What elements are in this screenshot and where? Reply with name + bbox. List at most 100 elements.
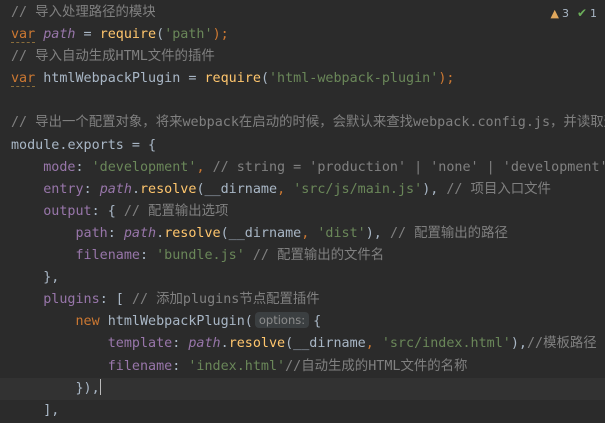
code-token: (__dirname (220, 225, 302, 241)
code-token: : (75, 159, 92, 175)
code-line[interactable]: var htmlWebpackPlugin = require('html-we… (11, 68, 605, 90)
code-token: resolve (140, 181, 197, 197)
code-token: // string = 'production' | 'none' | 'dev… (212, 159, 605, 175)
code-token: path (75, 225, 108, 241)
code-line[interactable]: output: { // 配置输出选项 (11, 201, 605, 223)
code-token: //模板路径 (527, 336, 597, 352)
code-token: 'html-webpack-plugin' (269, 71, 439, 87)
code-token: var (11, 27, 36, 44)
code-token: . (131, 181, 140, 197)
code-token: : (140, 248, 157, 264)
code-token: path (43, 27, 76, 43)
code-line[interactable]: new htmlWebpackPlugin(options:{ (11, 311, 605, 333)
code-token: = (75, 27, 100, 43)
code-token: . (156, 225, 165, 241)
code-line[interactable]: filename: 'index.html'//自动生成的HTML文件的名称 (11, 356, 605, 378)
code-token: // 导出一个配置对象，将来webpack在启动的时候，会默认来查找webpac… (11, 115, 605, 131)
code-token: 'development' (91, 159, 197, 175)
code-token: var (11, 71, 36, 88)
code-token: 'dist' (317, 225, 366, 241)
code-editor[interactable]: // 导入处理路径的模块 var path = require('path'); /… (0, 2, 605, 422)
code-token: 'path' (164, 27, 213, 43)
text-caret (99, 378, 102, 395)
code-line[interactable]: filename: 'bundle.js' // 配置输出的文件名 (11, 245, 605, 267)
code-token: path (99, 181, 132, 197)
code-token: , (196, 159, 213, 175)
code-token: ( (156, 27, 165, 43)
code-line[interactable]: // 导入自动生成HTML文件的插件 (11, 46, 605, 68)
code-token: // 配置输出选项 (123, 203, 229, 219)
code-token: // 配置输出的路径 (389, 225, 508, 241)
code-token: = { (123, 137, 157, 153)
code-token: : (107, 225, 124, 241)
code-token: require (99, 27, 157, 43)
code-line[interactable]: }, (11, 267, 605, 289)
code-token: // 导入处理路径的模块 (11, 5, 156, 20)
code-line[interactable]: }), (0, 377, 605, 400)
code-line[interactable]: entry: path.resolve(__dirname, 'src/js/m… (11, 179, 605, 201)
code-token: resolve (164, 225, 221, 241)
code-token: ( (260, 71, 269, 87)
code-token: path (123, 225, 157, 241)
code-token: plugins (43, 292, 100, 308)
code-token: module (11, 137, 60, 153)
code-token: }), (11, 380, 100, 396)
code-token: , (365, 336, 382, 352)
code-token: (__dirname (196, 181, 278, 197)
code-line[interactable] (11, 90, 605, 112)
code-line[interactable]: module.exports = { (11, 135, 605, 157)
code-token: }, (11, 270, 60, 286)
code-token: : { (91, 203, 124, 219)
code-token: 'src/index.html' (381, 336, 511, 352)
code-token: // 导入自动生成HTML文件的插件 (11, 49, 215, 65)
editor-gutter (0, 0, 10, 423)
code-token: new (75, 314, 100, 330)
code-token: , (301, 225, 318, 241)
code-token: // 配置输出的文件名 (252, 248, 385, 264)
code-token: : (172, 358, 189, 374)
code-token: 'index.html' (188, 358, 286, 374)
code-token: ), (365, 225, 390, 241)
code-token: (__dirname (285, 336, 366, 352)
code-token: mode (43, 159, 76, 175)
parameter-hint: options: (254, 312, 310, 329)
code-token: htmlWebpackPlugin( (99, 314, 253, 330)
code-token: //自动生成的HTML文件的名称 (285, 358, 468, 374)
code-line[interactable]: ], (11, 400, 605, 422)
code-token: require (204, 71, 261, 87)
code-line[interactable]: var path = require('path'); (11, 24, 605, 46)
code-line[interactable]: // 导出一个配置对象，将来webpack在启动的时候，会默认来查找webpac… (11, 112, 605, 134)
code-token: output (43, 203, 92, 219)
code-token: { (313, 314, 322, 330)
code-token: path (188, 336, 221, 352)
code-line[interactable]: template: path.resolve(__dirname, 'src/i… (11, 333, 605, 355)
code-token: 'bundle.js' (156, 248, 245, 264)
code-token: : [ (99, 292, 132, 308)
code-token: // 项目入口文件 (446, 181, 551, 197)
code-token: template (107, 336, 173, 352)
code-token: filename (75, 248, 141, 264)
code-token: htmlWebpackPlugin = (35, 71, 205, 87)
code-line[interactable]: plugins: [ // 添加plugins节点配置插件 (11, 289, 605, 311)
code-token: 'src/js/main.js' (293, 181, 423, 197)
code-line[interactable]: mode: 'development', // string = 'produc… (11, 157, 605, 179)
code-token: ); (212, 27, 229, 43)
code-line[interactable]: // 导入处理路径的模块 (11, 2, 605, 24)
code-line[interactable]: path: path.resolve(__dirname, 'dist'), /… (11, 223, 605, 245)
code-token: ), (422, 181, 447, 197)
code-token: resolve (228, 336, 286, 352)
code-token: , (277, 181, 294, 197)
code-token: . (220, 336, 229, 352)
code-token: // 添加plugins节点配置插件 (131, 292, 320, 308)
code-token: ); (438, 71, 455, 87)
code-token: entry (43, 181, 84, 197)
